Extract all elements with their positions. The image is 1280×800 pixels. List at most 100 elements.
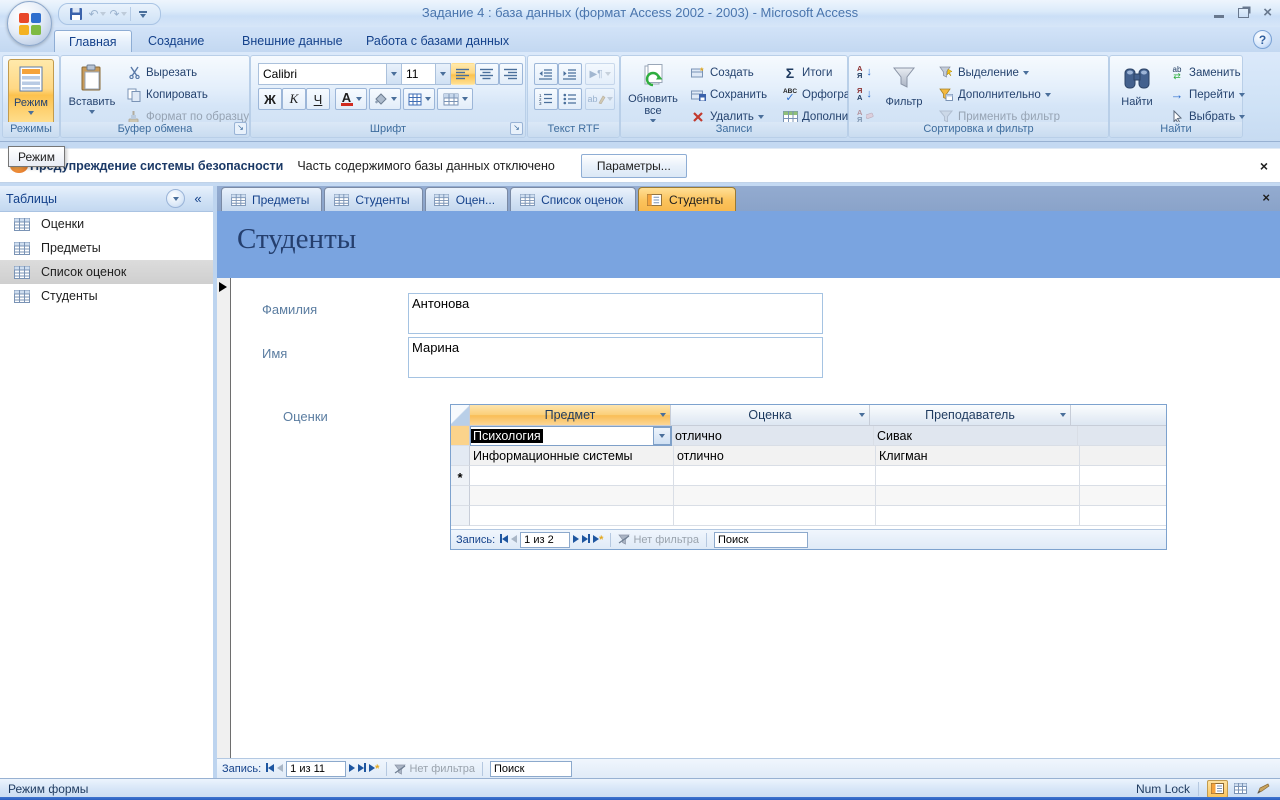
font-size-combo[interactable]: 11: [401, 63, 451, 85]
align-left-button[interactable]: [451, 63, 475, 85]
form-view-button[interactable]: [1207, 779, 1228, 798]
nav-item-predmety[interactable]: Предметы: [0, 236, 213, 260]
combo-arrow-icon[interactable]: [386, 64, 401, 84]
text-direction-button[interactable]: ▶¶: [585, 63, 615, 85]
underline-button[interactable]: Ч: [306, 88, 330, 110]
combo-dropdown-icon[interactable]: [653, 427, 671, 445]
save-record-button[interactable]: Сохранить: [687, 84, 770, 105]
row-selector-current[interactable]: [451, 426, 470, 446]
customize-qat-icon[interactable]: [134, 6, 152, 22]
cut-button[interactable]: Вырезать: [123, 62, 200, 83]
column-dropdown-icon[interactable]: [660, 413, 666, 417]
combo-arrow-icon[interactable]: [435, 64, 450, 84]
datasheet-new-row[interactable]: *: [451, 466, 1166, 486]
gridlines-button[interactable]: [403, 88, 435, 110]
nav-pane-collapse-icon[interactable]: «: [189, 191, 207, 206]
filter-button[interactable]: Фильтр: [879, 59, 929, 123]
datasheet-view-button[interactable]: [1230, 780, 1251, 798]
tab-database-tools[interactable]: Работа с базами данных: [352, 30, 523, 52]
doc-tab-studenty-table[interactable]: Студенты: [324, 187, 423, 211]
selection-button[interactable]: Выделение: [935, 62, 1032, 83]
sort-descending-button[interactable]: ЯА ↓: [854, 83, 880, 104]
increase-indent-button[interactable]: [558, 63, 582, 85]
grade-cell[interactable]: отлично: [672, 426, 874, 446]
decrease-indent-button[interactable]: [534, 63, 558, 85]
record-position[interactable]: 1 из 11: [286, 761, 347, 777]
doc-close-icon[interactable]: ×: [1262, 190, 1270, 205]
firstname-field[interactable]: Марина: [408, 337, 823, 378]
datasheet-corner-cell[interactable]: [451, 405, 470, 426]
office-button[interactable]: [7, 1, 52, 46]
datasheet-row[interactable]: Информационные системы отлично Клигман: [451, 446, 1166, 466]
nav-item-studenty[interactable]: Студенты: [0, 284, 213, 308]
doc-tab-predmety[interactable]: Предметы: [221, 187, 323, 211]
first-record-icon[interactable]: [500, 533, 509, 546]
last-record-icon[interactable]: [358, 763, 367, 775]
tab-external-data[interactable]: Внешние данные: [228, 30, 357, 52]
first-record-icon[interactable]: [266, 763, 275, 775]
highlight-button[interactable]: ab: [585, 88, 615, 110]
goto-button[interactable]: → Перейти: [1166, 84, 1248, 105]
minimize-icon[interactable]: [1214, 15, 1225, 18]
new-record-button[interactable]: * Создать: [687, 62, 757, 83]
doc-tab-ocen[interactable]: Оцен...: [424, 187, 509, 211]
subform-search-input[interactable]: Поиск: [714, 531, 808, 548]
design-view-button[interactable]: [1253, 780, 1274, 798]
no-filter-indicator[interactable]: Нет фильтра: [618, 534, 699, 546]
help-button[interactable]: ?: [1253, 30, 1272, 49]
alternate-fill-button[interactable]: [437, 88, 473, 110]
doc-tab-studenty-form[interactable]: Студенты: [637, 187, 737, 211]
font-name-combo[interactable]: Calibri: [258, 63, 402, 85]
view-button[interactable]: Режим: [8, 59, 54, 125]
grade-cell[interactable]: отлично: [674, 446, 876, 466]
bullet-list-button[interactable]: [558, 88, 582, 110]
font-color-button[interactable]: А: [335, 88, 367, 110]
options-button[interactable]: Параметры...: [580, 153, 687, 178]
column-header-ocenka[interactable]: Оценка: [671, 405, 870, 426]
nav-item-spisok-ocenok[interactable]: Список оценок: [0, 260, 213, 284]
subject-combo-cell[interactable]: Психология: [470, 426, 672, 446]
bold-button[interactable]: Ж: [258, 88, 282, 110]
advanced-filter-button[interactable]: Дополнительно: [935, 84, 1054, 105]
totals-button[interactable]: Σ Итоги: [779, 62, 835, 83]
security-close-icon[interactable]: ×: [1260, 158, 1268, 174]
find-button[interactable]: Найти: [1114, 59, 1160, 123]
tab-home[interactable]: Главная: [54, 30, 132, 53]
sort-ascending-button[interactable]: АЯ ↓: [854, 61, 880, 82]
refresh-all-button[interactable]: Обновить все: [625, 59, 681, 123]
previous-record-icon[interactable]: [277, 763, 284, 775]
subject-cell[interactable]: Информационные системы: [470, 446, 674, 466]
main-search-input[interactable]: Поиск: [490, 761, 572, 777]
paste-button[interactable]: Вставить: [67, 59, 117, 123]
align-center-button[interactable]: [475, 63, 499, 85]
column-dropdown-icon[interactable]: [859, 413, 865, 417]
align-right-button[interactable]: [499, 63, 523, 85]
column-header-predmet[interactable]: Предмет: [470, 405, 671, 426]
new-record-nav-icon[interactable]: *: [369, 763, 379, 775]
new-record-selector[interactable]: *: [451, 466, 470, 486]
record-selector-bar[interactable]: [217, 278, 231, 758]
new-record-nav-icon[interactable]: *: [593, 534, 603, 546]
tab-create[interactable]: Создание: [134, 30, 218, 52]
save-icon[interactable]: [67, 6, 85, 22]
nav-item-ocenki[interactable]: Оценки: [0, 212, 213, 236]
copy-button[interactable]: Копировать: [123, 84, 211, 105]
restore-icon[interactable]: [1238, 7, 1250, 18]
row-selector[interactable]: [451, 446, 470, 466]
next-record-icon[interactable]: [349, 763, 356, 775]
close-icon[interactable]: ×: [1263, 5, 1272, 20]
replace-button[interactable]: ab ⇄ Заменить: [1166, 62, 1244, 83]
dialog-launcher-icon[interactable]: ↘: [510, 122, 523, 135]
last-record-icon[interactable]: [582, 533, 591, 546]
previous-record-icon[interactable]: [511, 534, 518, 546]
nav-pane-menu-icon[interactable]: [166, 189, 185, 208]
numbered-list-button[interactable]: 123: [534, 88, 558, 110]
nav-pane-header[interactable]: Таблицы «: [0, 186, 213, 212]
fill-color-button[interactable]: [369, 88, 401, 110]
undo-icon[interactable]: ↶: [88, 6, 106, 22]
dialog-launcher-icon[interactable]: ↘: [234, 122, 247, 135]
teacher-cell[interactable]: Сивак: [874, 426, 1078, 446]
italic-button[interactable]: К: [282, 88, 306, 110]
column-dropdown-icon[interactable]: [1060, 413, 1066, 417]
record-position[interactable]: 1 из 2: [520, 531, 571, 548]
